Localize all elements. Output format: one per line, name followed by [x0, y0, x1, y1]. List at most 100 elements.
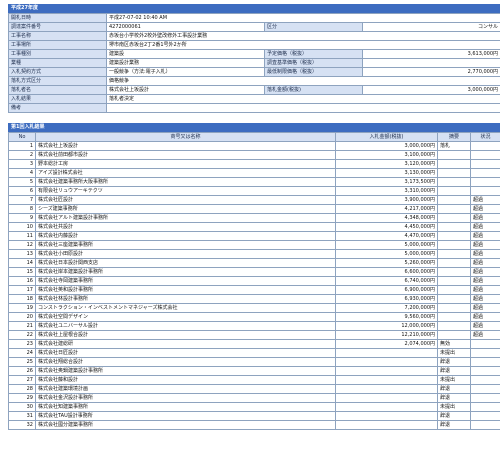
result-no: 17 [8, 285, 36, 295]
result-amount [335, 402, 438, 412]
result-summary [437, 321, 471, 331]
result-row: 32 株式会社國分建築事務所 辞退 [8, 420, 500, 430]
result-amount: 4,470,000円 [335, 231, 438, 241]
result-summary [437, 177, 471, 187]
result-status: 超過 [470, 285, 500, 295]
result-name: 株式会社空間デザイン [35, 312, 336, 322]
result-row: 20 株式会社空間デザイン 9,560,000円 超過 [8, 312, 500, 322]
result-amount: 3,173,500円 [335, 177, 438, 187]
summary-label-2: 予定価格（税抜） [264, 49, 363, 59]
result-amount: 5,000,000円 [335, 240, 438, 250]
result-no: 19 [8, 303, 36, 313]
result-no: 6 [8, 186, 36, 196]
result-status: 超過 [470, 249, 500, 259]
result-status [470, 141, 500, 151]
header-amount: 入札金額(税抜) [335, 132, 438, 142]
result-row: 17 株式会社英和設計事務所 6,900,000円 超過 [8, 285, 500, 295]
result-row: 27 株式会社藤和設計 未提出 [8, 375, 500, 385]
result-status [470, 366, 500, 376]
result-summary [437, 276, 471, 286]
result-status [470, 375, 500, 385]
result-summary: 辞退 [437, 411, 471, 421]
result-amount: 3,130,000円 [335, 168, 438, 178]
summary-label: 備考 [8, 103, 107, 113]
result-status: 超過 [470, 258, 500, 268]
result-status: 超過 [470, 240, 500, 250]
result-no: 27 [8, 375, 36, 385]
result-amount [335, 384, 438, 394]
summary-label: 工事名称 [8, 31, 107, 41]
result-status [470, 384, 500, 394]
result-no: 20 [8, 312, 36, 322]
result-row: 21 株式会社ユニバーサル設計 12,000,000円 超過 [8, 321, 500, 331]
result-row: 14 株式会社日本設計関西支店 5,260,000円 超過 [8, 258, 500, 268]
result-no: 29 [8, 393, 36, 403]
result-name: 株式会社日本設計関西支店 [35, 258, 336, 268]
result-summary [437, 330, 471, 340]
result-no: 8 [8, 204, 36, 214]
result-amount [335, 366, 438, 376]
result-amount: 3,310,000円 [335, 186, 438, 196]
header-no: No [8, 132, 36, 142]
summary-value: 価格競争 [105, 76, 500, 86]
result-no: 30 [8, 402, 36, 412]
result-name: 株式会社金沢設計事務所 [35, 393, 336, 403]
result-summary [437, 258, 471, 268]
result-amount: 4,450,000円 [335, 222, 438, 232]
result-name: 株式会社アルト建築設計事務所 [35, 213, 336, 223]
result-row: 13 株式会社小田原設計 5,000,000円 超過 [8, 249, 500, 259]
header-name: 商号又は名称 [35, 132, 336, 142]
result-row: 7 株式会社匠設計 3,900,000円 超過 [8, 195, 500, 205]
summary-label-2: 区分 [264, 22, 363, 32]
section2-title: 第1回入札結果 [8, 123, 500, 132]
result-summary [437, 186, 471, 196]
result-name: 株式会社小田原設計 [35, 249, 336, 259]
summary-label: 落札方式区分 [8, 76, 107, 86]
summary-value: 落札者決定 [105, 94, 500, 104]
result-summary: 辞退 [437, 357, 471, 367]
result-status [470, 411, 500, 421]
result-no: 23 [8, 339, 36, 349]
summary-value: 建築設 [106, 49, 265, 59]
result-name: 株式会社岸本建築設計事務所 [35, 267, 336, 277]
result-no: 25 [8, 357, 36, 367]
result-no: 28 [8, 384, 36, 394]
result-status: 超過 [470, 312, 500, 322]
result-amount: 2,074,000円 [335, 339, 438, 349]
result-no: 3 [8, 159, 36, 169]
result-status [470, 357, 500, 367]
result-no: 13 [8, 249, 36, 259]
result-row: 22 株式会社上屋根合設計 12,210,000円 超過 [8, 330, 500, 340]
result-row: 25 株式会社翔総合設計 辞退 [8, 357, 500, 367]
result-amount: 6,740,000円 [335, 276, 438, 286]
result-status [470, 177, 500, 187]
summary-row: 備考 [8, 103, 500, 113]
result-name: 株式会社TAU設計事務所 [35, 411, 336, 421]
summary-row: 調達案件番号 4272000061 区分 コンサル [8, 22, 500, 32]
result-amount: 3,100,000円 [335, 150, 438, 160]
result-amount: 9,560,000円 [335, 312, 438, 322]
result-status: 超過 [470, 231, 500, 241]
result-amount: 6,600,000円 [335, 267, 438, 277]
result-status: 超過 [470, 294, 500, 304]
result-no: 1 [8, 141, 36, 151]
result-no: 21 [8, 321, 36, 331]
result-summary [437, 285, 471, 295]
result-no: 22 [8, 330, 36, 340]
result-name: 株式会社上屋根合設計 [35, 330, 336, 340]
result-no: 2 [8, 150, 36, 160]
result-row: 11 株式会社内藤設計 4,470,000円 超過 [8, 231, 500, 241]
result-name: 株式会社内藤設計 [35, 231, 336, 241]
result-name: 株式会社奥鍋建築設計事務所 [35, 366, 336, 376]
result-summary [437, 312, 471, 322]
result-row: 4 アイズ設計株式会社 3,130,000円 [8, 168, 500, 178]
result-no: 18 [8, 294, 36, 304]
result-row: 23 株式会社建総研 2,074,000円 無効 [8, 339, 500, 349]
result-summary: 無効 [437, 339, 471, 349]
result-summary [437, 150, 471, 160]
result-summary: 辞退 [437, 393, 471, 403]
result-name: 有限会社リュウアーキテクツ [35, 186, 336, 196]
result-row: 8 シーズ建築事務所 4,217,000円 超過 [8, 204, 500, 214]
summary-row: 工事場所 堺市南区赤坂台2丁2番1号外2か所 [8, 40, 500, 50]
result-no: 26 [8, 366, 36, 376]
